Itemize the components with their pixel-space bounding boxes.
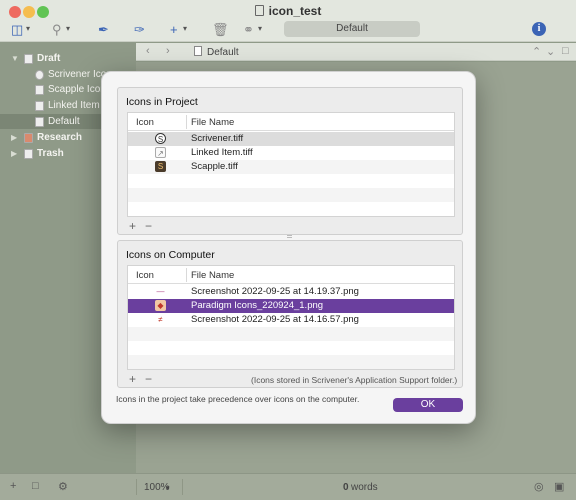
document-icon [35, 117, 44, 127]
add-folder-icon[interactable]: □ [32, 480, 39, 492]
project-icons-pane: Icons in Project Icon File Name S Scrive… [117, 87, 463, 235]
back-arrow-icon[interactable]: ‹ [146, 45, 150, 57]
trash-icon[interactable]: 🗑 [212, 22, 229, 38]
precedence-note: Icons in the project take precedence ove… [116, 394, 360, 404]
column-header-file-name[interactable]: File Name [191, 117, 234, 128]
column-divider [186, 268, 187, 282]
document-icon [194, 46, 202, 56]
add-icon[interactable]: + [170, 22, 178, 37]
empty-row [128, 341, 454, 355]
chevron-down-icon[interactable]: ▾ [183, 24, 187, 33]
support-folder-note: (Icons stored in Scrivener's Application… [251, 375, 458, 385]
column-header-file-name[interactable]: File Name [191, 270, 234, 281]
file-name: Paradigm Icons_220924_1.png [191, 300, 324, 311]
next-document-icon[interactable]: ⌄ [546, 45, 555, 58]
trash-folder-icon [24, 149, 33, 159]
toolbar-document-field[interactable]: Default [284, 21, 420, 37]
table-row[interactable]: ↗ Linked Item.tiff [128, 146, 454, 160]
table-row-selected[interactable]: ◆ Paradigm Icons_220924_1.png [128, 299, 454, 313]
file-name: Linked Item.tiff [191, 147, 253, 158]
paradigm-icon: ◆ [155, 300, 166, 311]
comments-icon[interactable]: ▣ [554, 480, 564, 493]
disclosure-closed-icon[interactable]: ▶ [11, 146, 17, 161]
table-header: Icon File Name [128, 113, 454, 131]
scapple-icon [35, 85, 44, 95]
info-icon[interactable]: i [532, 22, 546, 36]
inspector-brush-icon[interactable]: ✑ [134, 22, 145, 38]
scrivener-icon [35, 70, 44, 80]
table-row[interactable]: —+ Screenshot 2022-09-25 at 14.19.37.png [128, 285, 454, 307]
chevron-down-icon[interactable]: ▾ [166, 484, 170, 492]
document-icon [254, 5, 264, 16]
project-icons-title: Icons in Project [126, 96, 198, 108]
column-divider [186, 115, 187, 129]
add-project-icon-button[interactable]: + [129, 219, 136, 233]
empty-row [128, 174, 454, 188]
target-icon[interactable]: ◎ [534, 480, 544, 493]
screenshot-icon: ≠ [158, 315, 163, 324]
file-name: Scapple.tiff [191, 161, 238, 172]
table-row[interactable]: ≠ Screenshot 2022-09-25 at 14.16.57.png [128, 313, 454, 327]
disclosure-closed-icon[interactable]: ▶ [11, 130, 17, 145]
binder-item-label: Scapple Icon [48, 84, 106, 95]
divider [136, 479, 137, 495]
word-count: 0 [343, 482, 349, 493]
binder-item-label: Trash [37, 148, 64, 159]
computer-icons-table: Icon File Name —+ Screenshot 2022-09-25 … [127, 265, 455, 370]
file-name: Screenshot 2022-09-25 at 14.19.37.png [191, 286, 359, 297]
scrivener-icon: S [155, 133, 166, 144]
ok-button[interactable]: OK [393, 398, 463, 412]
file-name: Scrivener.tiff [191, 133, 244, 144]
table-row[interactable]: S Scapple.tiff [128, 160, 454, 174]
column-header-icon[interactable]: Icon [136, 117, 154, 128]
empty-row [128, 327, 454, 341]
split-resize-handle[interactable] [287, 235, 292, 238]
editor-header: ‹ › Default ⌃ ⌄ □ [136, 43, 576, 61]
remove-project-icon-button[interactable]: − [145, 219, 152, 233]
previous-document-icon[interactable]: ⌃ [532, 45, 541, 58]
binder-item-draft[interactable]: ▼ Draft [0, 51, 136, 66]
settings-menu-icon[interactable]: ⚙ [58, 480, 68, 493]
title-bar: icon_test ◫ ▾ ⚲ ▾ ✒ ✑ + ▾ 🗑 ⚭ ▾ Default … [0, 0, 576, 42]
empty-row [128, 188, 454, 202]
forward-arrow-icon[interactable]: › [166, 45, 170, 57]
footer-bar: + □ ⚙ 100% ▾ 0 words ◎ ▣ [0, 473, 576, 500]
split-editor-icon[interactable]: □ [562, 45, 569, 57]
binder-item-label: Default [48, 116, 80, 127]
linked-item-icon: ↗ [155, 147, 166, 158]
disclosure-open-icon[interactable]: ▼ [11, 51, 19, 66]
attachment-icon[interactable]: ⚭ [243, 22, 254, 38]
empty-row [128, 202, 454, 216]
binder-item-label: Linked Item [48, 100, 100, 111]
linked-item-icon [35, 101, 44, 111]
chevron-down-icon[interactable]: ▾ [258, 24, 262, 33]
remove-computer-icon-button[interactable]: − [145, 372, 152, 386]
screenshot-icon: —+ [156, 287, 165, 307]
divider [182, 479, 183, 495]
binder-item-label: Research [37, 132, 83, 143]
scapple-icon: S [155, 161, 166, 172]
project-icons-table: Icon File Name S Scrivener.tiff ↗ Linked… [127, 112, 455, 217]
add-computer-icon-button[interactable]: + [129, 372, 136, 386]
words-label: words [351, 482, 378, 493]
search-icon[interactable]: ⚲ [52, 22, 62, 38]
quick-reference-icon[interactable]: ✒ [98, 22, 109, 38]
computer-icons-title: Icons on Computer [126, 249, 215, 261]
binder-item-label: Draft [37, 53, 61, 64]
chevron-down-icon[interactable]: ▾ [26, 24, 30, 33]
table-row[interactable]: S Scrivener.tiff [128, 132, 454, 146]
column-header-icon[interactable]: Icon [136, 270, 154, 281]
add-icon[interactable]: + [10, 480, 16, 492]
draft-folder-icon [24, 54, 33, 64]
file-name: Screenshot 2022-09-25 at 14.16.57.png [191, 314, 359, 325]
editor-header-title[interactable]: Default [194, 46, 239, 58]
table-header: Icon File Name [128, 266, 454, 284]
research-folder-icon [24, 133, 33, 143]
window-title: icon_test [0, 4, 576, 18]
chevron-down-icon[interactable]: ▾ [66, 24, 70, 33]
computer-icons-pane: Icons on Computer Icon File Name —+ Scre… [117, 240, 463, 388]
empty-row [128, 355, 454, 369]
icon-manager-dialog: Icons in Project Icon File Name S Scrive… [101, 71, 476, 424]
view-mode-icon[interactable]: ◫ [11, 22, 23, 38]
